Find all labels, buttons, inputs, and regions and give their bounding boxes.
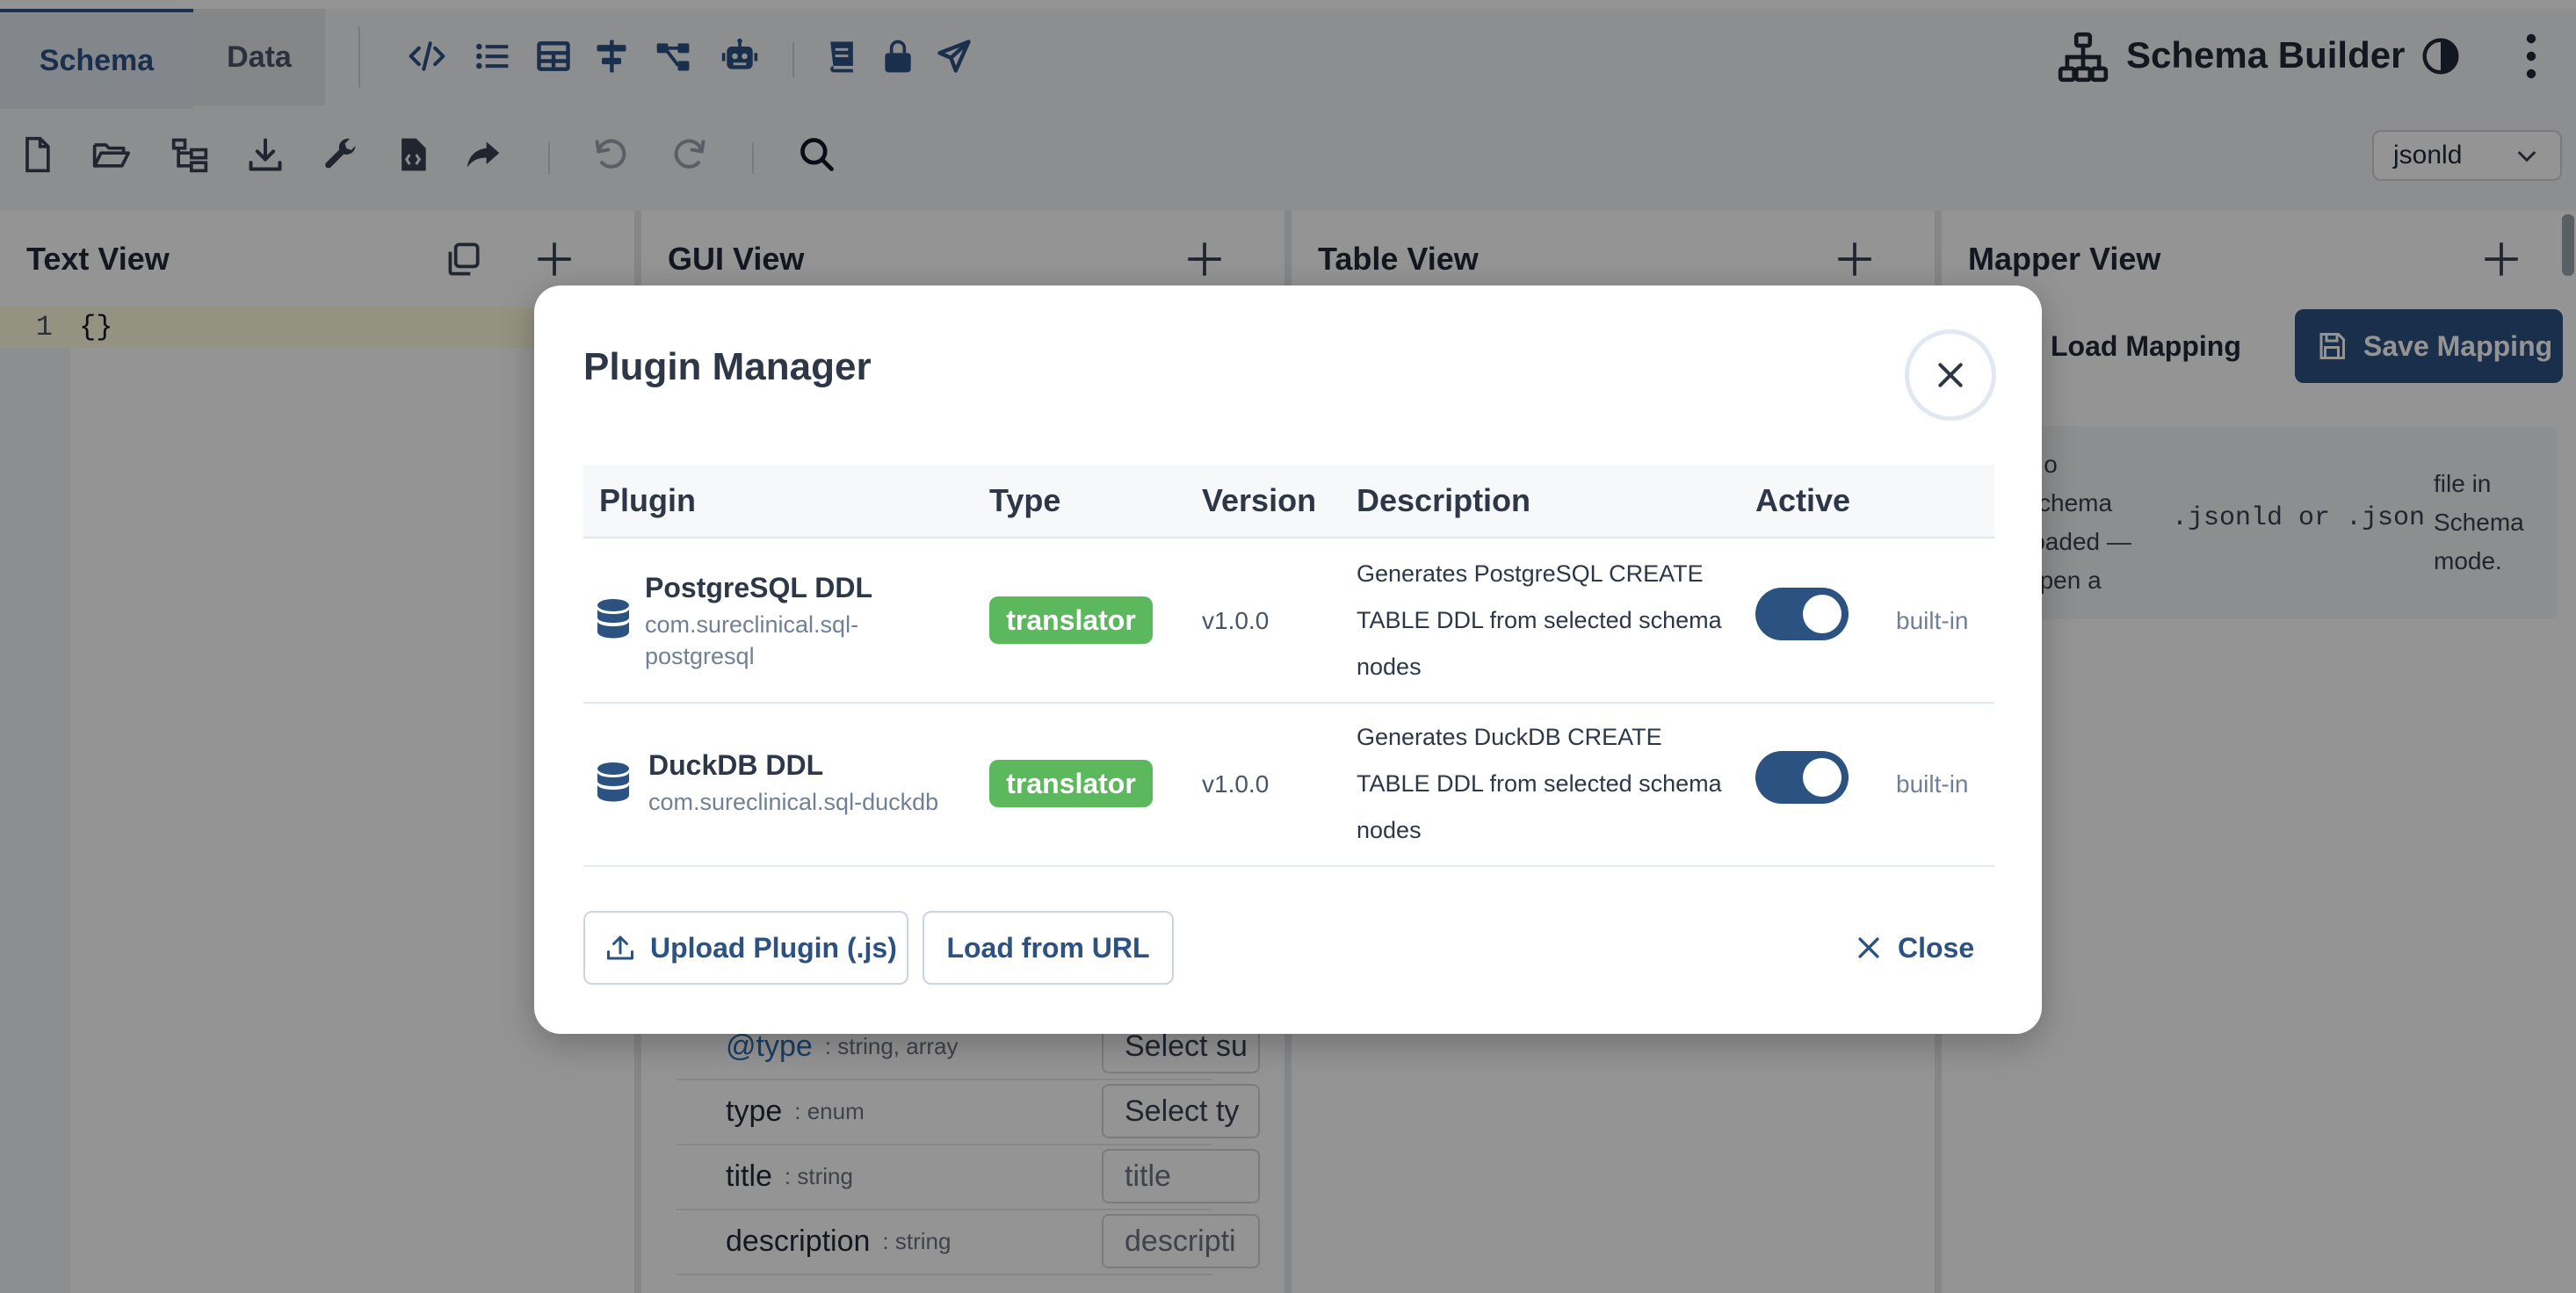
plugin-manager-dialog: Plugin Manager Plugin Type Version Descr…: [534, 285, 2042, 1034]
load-from-url-label: Load from URL: [946, 931, 1150, 964]
plugin-version: v1.0.0: [1202, 607, 1270, 634]
dialog-title: Plugin Manager: [583, 345, 872, 388]
plugin-version: v1.0.0: [1202, 770, 1270, 798]
active-toggle[interactable]: [1755, 588, 1849, 640]
plugin-name: PostgreSQL DDL: [645, 572, 872, 603]
active-toggle[interactable]: [1755, 751, 1849, 804]
type-badge: translator: [989, 596, 1153, 644]
plugin-description: Generates DuckDB CREATE TABLE DDL from s…: [1357, 724, 1722, 843]
table-row: PostgreSQL DDL com.sureclinical.sql-post…: [583, 538, 1994, 704]
column-header: Version: [1202, 482, 1317, 518]
close-icon: [1854, 933, 1884, 963]
plugin-source: built-in: [1896, 607, 1969, 634]
toggle-knob: [1803, 595, 1842, 633]
plugin-description: Generates PostgreSQL CREATE TABLE DDL fr…: [1357, 560, 1722, 680]
upload-plugin-button[interactable]: Upload Plugin (.js): [583, 911, 908, 985]
load-from-url-button[interactable]: Load from URL: [923, 911, 1174, 985]
close-label: Close: [1898, 931, 1975, 964]
table-header: Plugin Type Version Description Active: [583, 465, 1994, 538]
upload-plugin-label: Upload Plugin (.js): [650, 931, 897, 964]
type-badge: translator: [989, 760, 1153, 807]
table-row: DuckDB DDL com.sureclinical.sql-duckdb t…: [583, 702, 1994, 867]
close-button[interactable]: Close: [1854, 911, 1974, 985]
plugin-id: com.sureclinical.sql-duckdb: [648, 789, 939, 815]
plugin-id: com.sureclinical.sql-postgresql: [645, 611, 859, 669]
toggle-knob: [1803, 758, 1842, 797]
column-header: Type: [989, 482, 1061, 518]
database-icon: [596, 598, 631, 640]
plugin-source: built-in: [1896, 770, 1969, 798]
column-header: Description: [1357, 482, 1531, 518]
column-header: Active: [1755, 482, 1851, 518]
database-icon: [596, 762, 631, 804]
upload-icon: [604, 932, 636, 964]
plugin-name: DuckDB DDL: [648, 749, 824, 781]
column-header: Plugin: [599, 482, 696, 518]
close-icon[interactable]: [1905, 329, 1996, 421]
